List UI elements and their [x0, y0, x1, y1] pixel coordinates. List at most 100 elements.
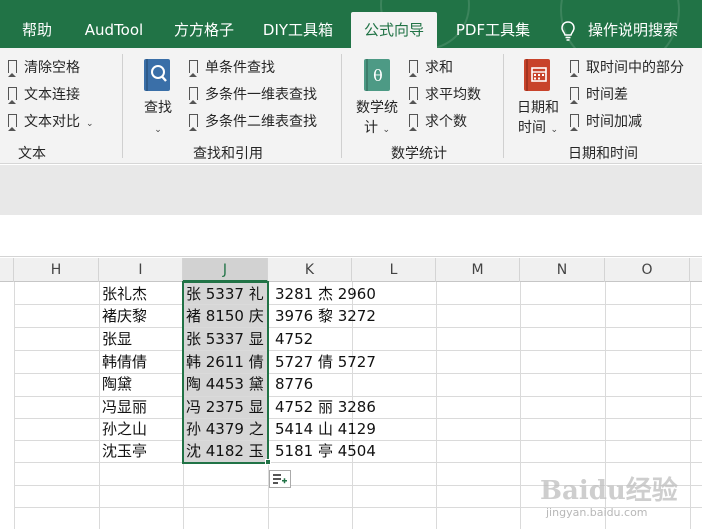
cell-j5[interactable]: 陶 4453 黛: [186, 373, 267, 396]
column-header-k[interactable]: K: [268, 258, 352, 282]
clear-spaces-label: 清除空格: [24, 60, 80, 76]
column-header-l[interactable]: L: [352, 258, 436, 282]
cell-j6[interactable]: 冯 2375 显: [186, 396, 267, 419]
bookmark-icon: [8, 87, 17, 104]
column-header-j[interactable]: J: [183, 258, 268, 282]
text-join-label: 文本连接: [24, 87, 80, 103]
formula-bar-area: [0, 165, 702, 215]
cell-k3[interactable]: 4752: [275, 328, 313, 351]
cell-k2[interactable]: 3976 黎 3272: [275, 305, 376, 328]
text-compare-button[interactable]: 文本对比 ⌄: [8, 112, 94, 132]
lightbulb-icon[interactable]: [560, 20, 576, 42]
column-header-i[interactable]: I: [99, 258, 183, 282]
grid-line: [436, 282, 437, 529]
select-all-corner[interactable]: [0, 258, 14, 282]
date-time-button[interactable]: 日期和 时间 ⌄: [513, 98, 563, 140]
bookmark-icon: [189, 87, 198, 104]
svg-text:θ: θ: [373, 66, 383, 85]
tab-diy-toolbox[interactable]: DIY工具箱: [254, 12, 342, 48]
math-book-icon[interactable]: θ: [362, 58, 392, 92]
cell-j8[interactable]: 沈 4182 玉: [186, 440, 267, 463]
cell-k6[interactable]: 4752 丽 3286: [275, 396, 376, 419]
text-join-button[interactable]: 文本连接: [8, 85, 80, 105]
column-header-o[interactable]: O: [605, 258, 690, 282]
average-label: 求平均数: [425, 87, 481, 103]
cell-i5[interactable]: 陶黛: [102, 373, 132, 396]
cell-i6[interactable]: 冯显丽: [102, 396, 147, 419]
time-difference-label: 时间差: [586, 87, 628, 103]
column-header-n[interactable]: N: [520, 258, 605, 282]
text-compare-label: 文本对比: [24, 114, 80, 130]
bookmark-icon: [409, 114, 418, 131]
sum-button[interactable]: 求和: [409, 58, 453, 78]
average-button[interactable]: 求平均数: [409, 85, 481, 105]
cell-k8[interactable]: 5181 亭 4504: [275, 440, 376, 463]
baidu-watermark: Baidu经验 jingyan.baidu.com: [540, 468, 700, 528]
extract-time-part-button[interactable]: 取时间中的部分: [570, 58, 684, 78]
lookup-button[interactable]: 查找 ⌄: [140, 98, 176, 140]
cell-k5[interactable]: 8776: [275, 373, 313, 396]
cell-i3[interactable]: 张显: [102, 328, 132, 351]
column-header-row: H I J K L M N O: [0, 258, 702, 282]
tab-formula-wizard[interactable]: 公式向导: [351, 12, 437, 48]
multi-condition-2d-lookup-label: 多条件二维表查找: [205, 114, 317, 130]
multi-condition-2d-lookup-button[interactable]: 多条件二维表查找: [189, 112, 317, 132]
tab-help[interactable]: 帮助: [12, 12, 62, 48]
group-label-stats: 数学统计: [391, 146, 447, 162]
time-add-subtract-button[interactable]: 时间加减: [570, 112, 642, 132]
date-time-label-line2: 时间: [518, 120, 546, 136]
cell-j3[interactable]: 张 5337 显: [186, 328, 267, 351]
group-label-datetime: 日期和时间: [568, 146, 638, 162]
quick-analysis-button[interactable]: [269, 470, 291, 488]
math-stats-label-line1: 数学统: [356, 100, 398, 116]
math-stats-button[interactable]: 数学统计 ⌄: [352, 98, 402, 140]
fill-handle[interactable]: [265, 459, 271, 465]
cell-i8[interactable]: 沈玉亭: [102, 440, 147, 463]
cell-k7[interactable]: 5414 山 4129: [275, 418, 376, 441]
chevron-down-icon: ⌄: [550, 125, 558, 135]
tab-audtool[interactable]: AudTool: [76, 12, 152, 48]
cell-i4[interactable]: 韩倩倩: [102, 351, 147, 374]
cell-j1[interactable]: 张 5337 礼: [186, 283, 267, 306]
bookmark-icon: [570, 60, 579, 77]
cell-j7[interactable]: 孙 4379 之: [186, 418, 267, 441]
cell-i2[interactable]: 褚庆黎: [102, 305, 147, 328]
tab-pdf-tools[interactable]: PDF工具集: [446, 12, 540, 48]
grid-line: [99, 282, 100, 529]
grid-line: [183, 282, 184, 529]
tab-fangfanggezi[interactable]: 方方格子: [164, 12, 244, 48]
bookmark-icon: [570, 114, 579, 131]
multi-condition-1d-lookup-button[interactable]: 多条件一维表查找: [189, 85, 317, 105]
cell-j4[interactable]: 韩 2611 倩: [186, 351, 267, 374]
ribbon-panel: 清除空格 文本连接 文本对比 ⌄ 文本 查找 ⌄ 单条件查找 多条件一维表查找 多条…: [0, 48, 702, 164]
cell-i7[interactable]: 孙之山: [102, 418, 147, 441]
time-add-subtract-label: 时间加减: [586, 114, 642, 130]
group-label-text: 文本: [18, 146, 46, 162]
cell-j2[interactable]: 褚 8150 庆: [186, 305, 267, 328]
count-button[interactable]: 求个数: [409, 112, 467, 132]
extract-time-part-label: 取时间中的部分: [586, 60, 684, 76]
single-condition-lookup-button[interactable]: 单条件查找: [189, 58, 275, 78]
column-header-m[interactable]: M: [436, 258, 520, 282]
excel-window: 帮助 AudTool 方方格子 DIY工具箱 公式向导 PDF工具集 操作说明搜…: [0, 0, 702, 529]
lookup-book-icon[interactable]: [142, 58, 172, 92]
time-difference-button[interactable]: 时间差: [570, 85, 628, 105]
bookmark-icon: [570, 87, 579, 104]
watermark-url: jingyan.baidu.com: [546, 506, 648, 519]
sum-label: 求和: [425, 60, 453, 76]
column-header-h[interactable]: H: [14, 258, 99, 282]
cell-k4[interactable]: 5727 倩 5727: [275, 351, 376, 374]
bookmark-icon: [189, 60, 198, 77]
calendar-book-icon[interactable]: [522, 58, 552, 92]
cell-k1[interactable]: 3281 杰 2960: [275, 283, 376, 306]
watermark-text: Baidu经验: [540, 476, 678, 506]
clear-spaces-button[interactable]: 清除空格: [8, 58, 80, 78]
bookmark-icon: [8, 114, 17, 131]
bookmark-icon: [189, 114, 198, 131]
column-header-next[interactable]: [690, 258, 702, 282]
count-label: 求个数: [425, 114, 467, 130]
multi-condition-1d-lookup-label: 多条件一维表查找: [205, 87, 317, 103]
bookmark-icon: [8, 60, 17, 77]
tell-me-search[interactable]: 操作说明搜索: [588, 12, 688, 48]
cell-i1[interactable]: 张礼杰: [102, 283, 147, 306]
